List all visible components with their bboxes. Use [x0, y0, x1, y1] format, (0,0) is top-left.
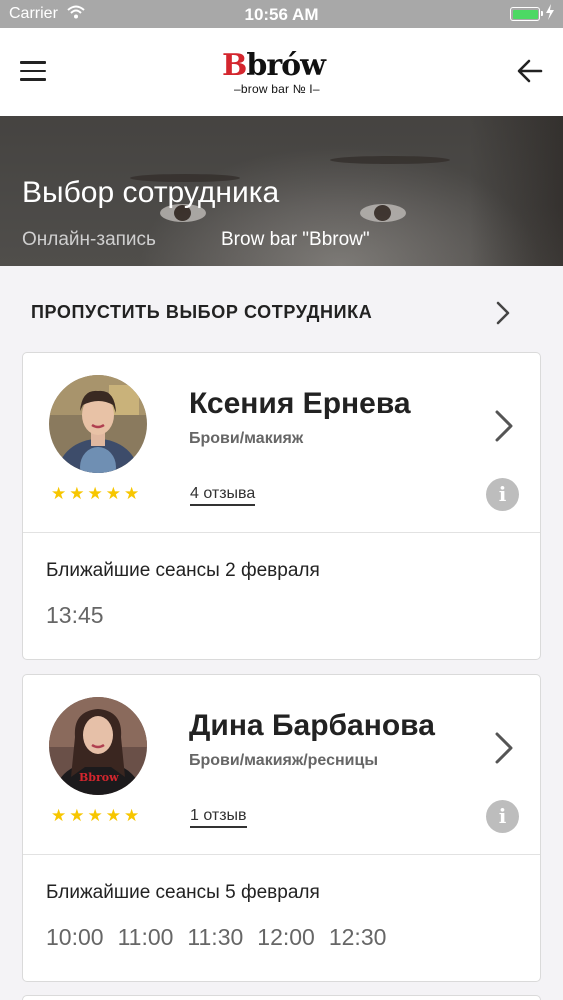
back-arrow-icon[interactable]: [517, 59, 543, 83]
logo-mark: Bbrów: [222, 48, 326, 83]
nav-bar: Bbrów –brow bar № I–: [0, 28, 563, 116]
hero-banner: Выбор сотрудника Онлайн-запись Brow bar …: [0, 116, 563, 266]
avatar: [49, 375, 147, 473]
time-slot[interactable]: 12:30: [329, 924, 387, 951]
divider: [23, 532, 540, 533]
status-bar: Carrier 10:56 AM: [0, 0, 563, 28]
time-slot[interactable]: 11:30: [187, 924, 243, 951]
staff-role: Брови/макияж/ресницы: [189, 752, 379, 769]
svg-text:Bbrow: Bbrow: [79, 771, 119, 784]
nearest-sessions-label: Ближайшие сеансы 2 февраля: [46, 560, 320, 581]
nearest-sessions-label: Ближайшие сеансы 5 февраля: [46, 882, 320, 903]
staff-card[interactable]: ★ ★ ★ ★ ★ Ксения Ернева Брови/макияж 4 отзыв…: [22, 352, 541, 660]
logo-subtitle: –brow bar № I–: [234, 82, 320, 96]
skip-label: ПРОПУСТИТЬ ВЫБОР СОТРУДНИКА: [31, 302, 373, 322]
staff-name: Ксения Ернева: [189, 387, 411, 420]
info-icon[interactable]: i: [486, 478, 519, 511]
reviews-link[interactable]: 4 отзыва: [190, 485, 256, 506]
battery-icon: [510, 7, 543, 21]
time-slot[interactable]: 13:45: [46, 602, 104, 629]
time-slots: 13:45: [46, 602, 104, 629]
staff-card[interactable]: [22, 995, 541, 1000]
charging-icon: [546, 4, 554, 20]
skip-employee-selection-button[interactable]: ПРОПУСТИТЬ ВЫБОР СОТРУДНИКА: [0, 286, 563, 338]
avatar: Bbrow: [49, 697, 147, 795]
time-slot[interactable]: 11:00: [118, 924, 174, 951]
info-icon[interactable]: i: [486, 800, 519, 833]
brand-logo: Bbrów –brow bar № I–: [222, 48, 342, 100]
hamburger-menu-icon[interactable]: [20, 61, 46, 81]
rating-stars: ★ ★ ★ ★ ★: [51, 806, 140, 825]
time-slot[interactable]: 12:00: [257, 924, 315, 951]
chevron-right-icon: [496, 301, 510, 325]
rating-stars: ★ ★ ★ ★ ★: [51, 484, 140, 503]
staff-card[interactable]: Bbrow ★ ★ ★ ★ ★ Дина Барбанова Брови/макияж/…: [22, 674, 541, 982]
staff-role: Брови/макияж: [189, 430, 304, 447]
chevron-right-icon: [495, 410, 513, 442]
breadcrumb-salon: Brow bar "Bbrow": [221, 229, 370, 250]
reviews-link[interactable]: 1 отзыв: [190, 807, 247, 828]
staff-name: Дина Барбанова: [189, 709, 435, 742]
divider: [23, 854, 540, 855]
breadcrumb-online-booking: Онлайн-запись: [22, 229, 156, 250]
time-slots: 10:00 11:00 11:30 12:00 12:30: [46, 924, 386, 951]
clock: 10:56 AM: [244, 5, 319, 24]
page-title: Выбор сотрудника: [22, 176, 280, 209]
time-slot[interactable]: 10:00: [46, 924, 104, 951]
chevron-right-icon: [495, 732, 513, 764]
